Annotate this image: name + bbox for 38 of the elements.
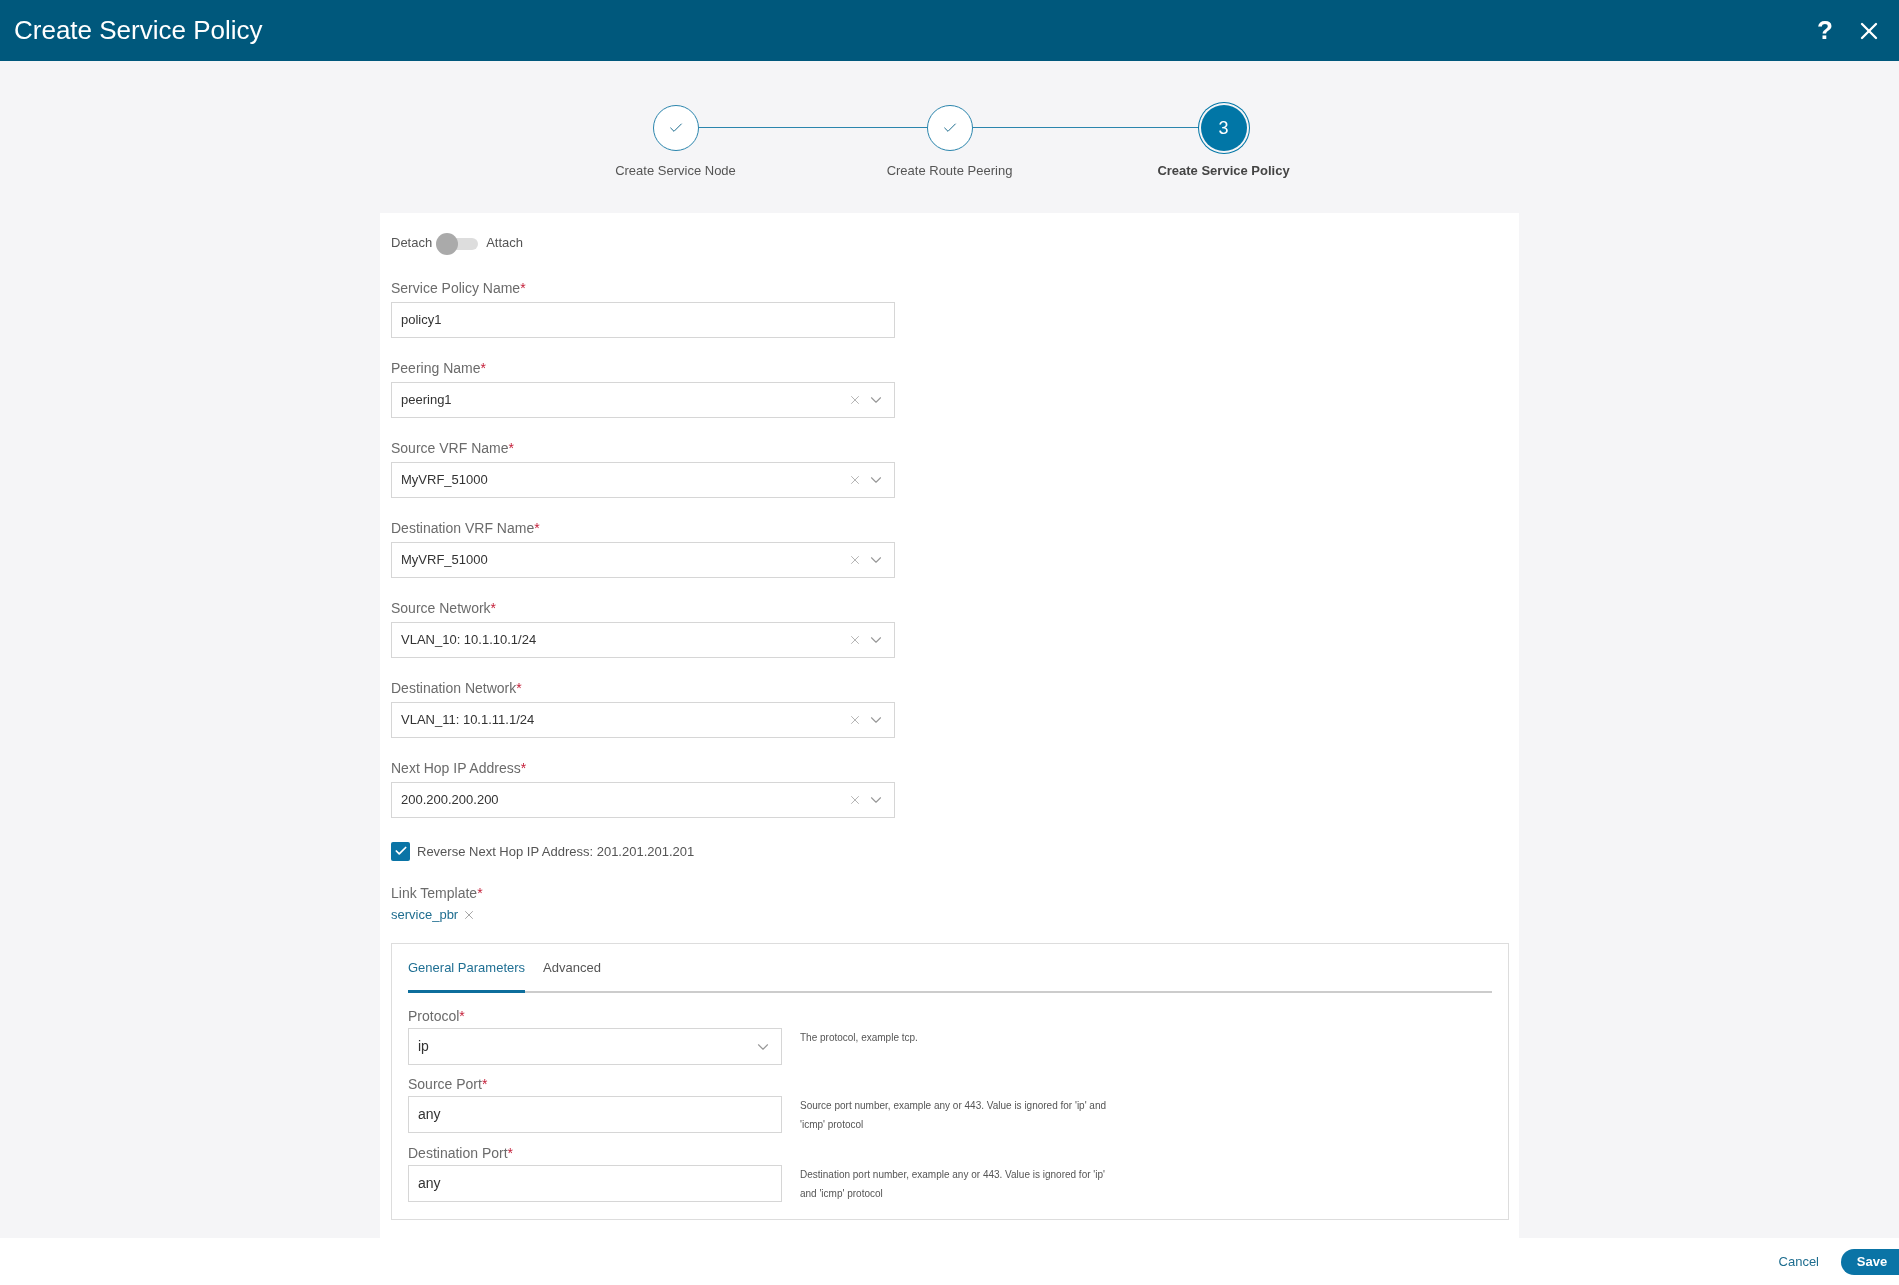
toggle-label: Detach (391, 233, 433, 252)
field-label: Source Network* (391, 598, 498, 617)
tab[interactable]: General Parameters (408, 955, 526, 993)
help-text: Destination port number, example any or 443. Value is ignored for 'ip' and 'icmp' protocol (800, 1168, 1106, 1201)
field-label: Next Hop IP Address* (391, 758, 528, 777)
field-label: Service Policy Name* (391, 278, 527, 297)
checkbox-label: Reverse Next Hop IP Address: 201.201.201.201 (417, 842, 695, 861)
checkbox[interactable] (391, 841, 410, 861)
select-field[interactable]: peering1 (391, 381, 895, 418)
step-label: Create Service Node (615, 162, 736, 180)
select-field[interactable]: MyVRF_51000 (391, 541, 895, 578)
field-label: Destination Port* (408, 1144, 515, 1162)
field-label: Source VRF Name* (391, 438, 515, 457)
help-text: Source port number, example any or 443. Value is ignored for 'ip' and 'icmp' protocol (800, 1099, 1108, 1132)
help-button[interactable]: ? (1817, 11, 1833, 50)
cancel-link[interactable]: Cancel (1778, 1251, 1819, 1272)
help-text: The protocol, example tcp. (800, 1031, 919, 1045)
field-label: Destination Network* (391, 678, 523, 697)
input-field[interactable]: any (408, 1165, 782, 1202)
input-field[interactable]: any (408, 1096, 782, 1133)
field-label: Protocol* (408, 1007, 466, 1025)
field-label: Destination VRF Name* (391, 518, 541, 537)
select-field[interactable]: 200.200.200.200 (391, 781, 895, 818)
select-field[interactable]: VLAN_10: 10.1.10.1/24 (391, 621, 895, 658)
field-label: Peering Name* (391, 358, 487, 377)
select-field[interactable]: MyVRF_51000 (391, 461, 895, 498)
toggle-label: Attach (486, 233, 524, 252)
field-label: Source Port* (408, 1075, 489, 1093)
select-field[interactable]: ip (408, 1028, 782, 1065)
save-button[interactable]: Save (1841, 1248, 1899, 1275)
select-field[interactable]: VLAN_11: 10.1.11.1/24 (391, 701, 895, 738)
tab[interactable]: Advanced (543, 955, 601, 993)
step-label: Create Service Policy (1157, 162, 1290, 180)
step-label: Create Route Peering (886, 162, 1013, 180)
window-title: Create Service Policy (14, 14, 264, 47)
input-field[interactable]: policy1 (391, 301, 895, 338)
field-label: Link Template* (391, 884, 484, 902)
template-link[interactable]: service_pbr (391, 905, 459, 925)
